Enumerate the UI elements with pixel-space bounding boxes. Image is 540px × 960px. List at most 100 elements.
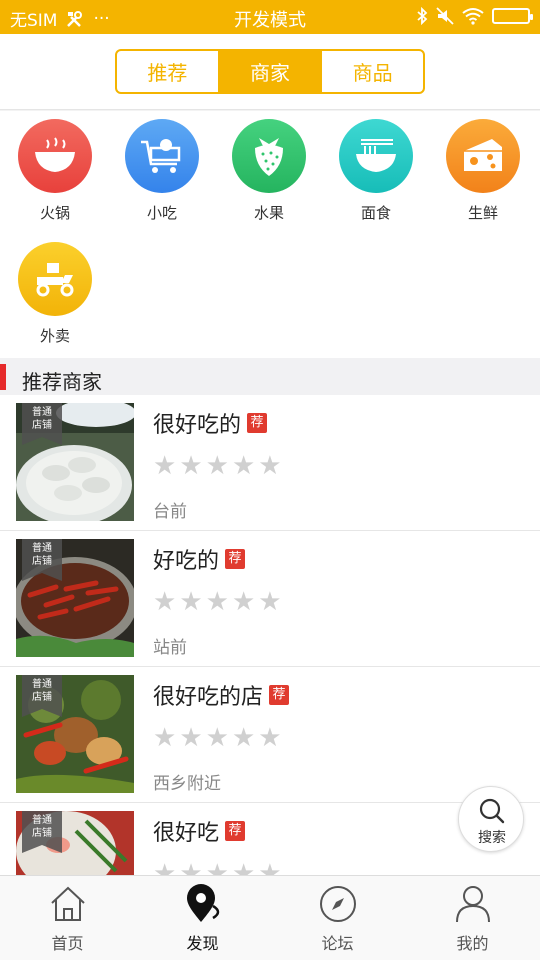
badge-text: 普通 xyxy=(32,407,52,418)
tab-label: 发现 xyxy=(186,934,219,953)
compass-icon xyxy=(319,886,356,922)
tab-forum[interactable]: 论坛 xyxy=(270,876,405,960)
star-icon: ★ xyxy=(179,451,203,481)
person-icon xyxy=(455,886,490,923)
star-icon: ★ xyxy=(258,723,282,753)
star-icon: ★ xyxy=(205,859,229,875)
star-icon: ★ xyxy=(231,451,256,481)
badge-text: 店铺 xyxy=(32,420,52,431)
star-icon: ★ xyxy=(205,723,229,753)
tab-label: 我的 xyxy=(456,934,489,953)
mute-icon xyxy=(436,7,454,25)
recommend-badge: 荐 xyxy=(225,821,246,841)
category-label: 生鲜 xyxy=(467,204,498,222)
category-label: 水果 xyxy=(253,204,284,222)
segment-tab-recommend[interactable]: 推荐 xyxy=(117,51,220,92)
segmented-control: 推荐 商家 商品 xyxy=(115,49,425,94)
star-icon: ★ xyxy=(258,859,282,875)
merchant-list: 普通 店铺 很好吃的 荐 ★ ★ ★ ★ ★ 台前 普通 店铺 好吃的 荐 ★ … xyxy=(0,395,540,875)
category-noodles[interactable]: 面食 xyxy=(336,119,416,223)
hotpot-bowl-icon xyxy=(18,119,92,193)
segment-tab-merchants[interactable]: 商家 xyxy=(219,51,323,92)
rating-stars: ★ ★ ★ ★ ★ xyxy=(153,859,282,875)
tab-discover[interactable]: 发现 xyxy=(135,876,270,960)
star-icon: ★ xyxy=(231,859,256,875)
star-icon: ★ xyxy=(258,451,282,481)
strawberry-icon xyxy=(232,119,306,193)
merchant-photo: 普通 店铺 xyxy=(16,811,134,875)
discover-pin-icon xyxy=(186,884,219,922)
merchant-photo: 普通 店铺 xyxy=(16,539,134,657)
cheese-icon xyxy=(446,119,520,193)
merchant-location: 台前 xyxy=(153,502,187,522)
merchant-photo: 普通 店铺 xyxy=(16,403,134,521)
wifi-icon xyxy=(462,8,484,25)
rating-stars: ★ ★ ★ ★ ★ xyxy=(153,723,282,753)
merchant-name: 很好吃 荐 xyxy=(153,815,246,847)
badge-text: 普通 xyxy=(32,543,52,554)
star-icon: ★ xyxy=(179,587,203,617)
merchant-row[interactable]: 普通 店铺 很好吃的店 荐 ★ ★ ★ ★ ★ 西乡附近 xyxy=(0,667,540,803)
merchant-name: 好吃的 荐 xyxy=(153,543,246,575)
star-icon: ★ xyxy=(258,587,282,617)
store-type-badge: 普通 店铺 xyxy=(22,811,62,853)
recommend-badge: 荐 xyxy=(269,685,290,705)
status-right xyxy=(416,7,533,25)
tab-label: 论坛 xyxy=(321,934,354,953)
category-fresh[interactable]: 生鲜 xyxy=(443,119,523,223)
star-icon: ★ xyxy=(231,587,256,617)
tab-label: 首页 xyxy=(51,934,84,953)
segment-tab-products[interactable]: 商品 xyxy=(322,51,423,92)
category-label: 外卖 xyxy=(39,327,70,345)
snack-cart-icon xyxy=(125,119,199,193)
merchant-name: 很好吃的 荐 xyxy=(153,407,268,439)
badge-text: 店铺 xyxy=(32,692,52,703)
tab-home[interactable]: 首页 xyxy=(0,876,135,960)
category-snacks[interactable]: 小吃 xyxy=(122,119,202,223)
bottom-tab-bar: 首页 发现 论坛 我的 xyxy=(0,875,540,960)
merchant-name-text: 很好吃的店 xyxy=(153,685,264,710)
star-icon: ★ xyxy=(153,723,177,753)
rating-stars: ★ ★ ★ ★ ★ xyxy=(153,451,282,481)
noodle-bowl-icon xyxy=(339,119,413,193)
rating-stars: ★ ★ ★ ★ ★ xyxy=(153,587,282,617)
section-title: 推荐商家 xyxy=(22,370,102,394)
badge-text: 店铺 xyxy=(32,556,52,567)
star-icon: ★ xyxy=(179,723,203,753)
section-accent-bar xyxy=(0,364,6,390)
star-icon: ★ xyxy=(153,859,177,875)
search-icon xyxy=(479,798,505,824)
recommend-badge: 荐 xyxy=(247,413,268,433)
merchant-row[interactable]: 普通 店铺 好吃的 荐 ★ ★ ★ ★ ★ 站前 xyxy=(0,531,540,667)
merchant-row[interactable]: 普通 店铺 很好吃的 荐 ★ ★ ★ ★ ★ 台前 xyxy=(0,395,540,531)
category-label: 火锅 xyxy=(39,204,70,222)
category-label: 小吃 xyxy=(146,204,177,222)
star-icon: ★ xyxy=(205,451,229,481)
merchant-name-text: 好吃的 xyxy=(153,549,220,574)
bluetooth-icon xyxy=(417,7,428,25)
merchant-location: 站前 xyxy=(153,638,187,658)
merchant-name-text: 很好吃的 xyxy=(153,413,242,438)
category-takeout[interactable]: 外卖 xyxy=(15,242,95,346)
category-grid: 火锅 小吃 水果 面食 生鲜 外卖 xyxy=(0,111,540,358)
home-icon xyxy=(50,886,85,921)
star-icon: ★ xyxy=(205,587,229,617)
store-type-badge: 普通 店铺 xyxy=(22,675,62,717)
category-hotpot[interactable]: 火锅 xyxy=(15,119,95,223)
search-button-label: 搜索 xyxy=(478,830,506,846)
category-fruit[interactable]: 水果 xyxy=(229,119,309,223)
merchant-location: 西乡附近 xyxy=(153,774,221,794)
star-icon: ★ xyxy=(179,859,203,875)
tab-profile[interactable]: 我的 xyxy=(405,876,540,960)
badge-text: 普通 xyxy=(32,679,52,690)
badge-text: 店铺 xyxy=(32,828,52,839)
store-type-badge: 普通 店铺 xyxy=(22,403,62,445)
section-header: 推荐商家 xyxy=(0,358,540,395)
store-type-badge: 普通 店铺 xyxy=(22,539,62,581)
star-icon: ★ xyxy=(153,587,177,617)
status-bar: 无SIM ··· 开发模式 xyxy=(0,0,540,34)
star-icon: ★ xyxy=(153,451,177,481)
search-button[interactable]: 搜索 xyxy=(458,786,524,852)
recommend-badge: 荐 xyxy=(225,549,246,569)
star-icon: ★ xyxy=(231,723,256,753)
